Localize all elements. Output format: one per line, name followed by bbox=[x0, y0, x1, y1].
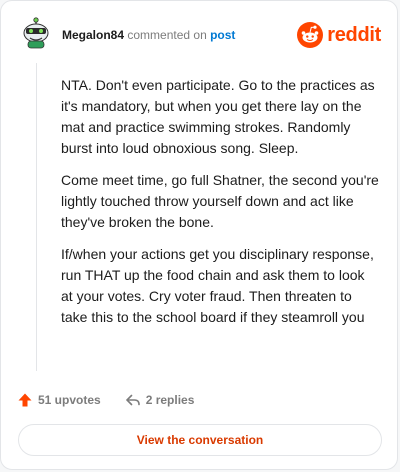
reddit-snoo-icon bbox=[297, 22, 324, 48]
comment-paragraph-2: Come meet time, go full Shatner, the sec… bbox=[61, 172, 379, 230]
comment-header: Megalon84 commented on post reddit bbox=[17, 17, 381, 53]
replies-button[interactable]: 2 replies bbox=[125, 392, 195, 408]
action-text: commented on bbox=[127, 28, 207, 42]
embedded-comment-card: Megalon84 commented on post reddit NTA. … bbox=[0, 0, 398, 470]
avatar-icon[interactable] bbox=[21, 17, 51, 49]
reply-arrow-icon bbox=[125, 394, 140, 406]
upvote-button[interactable]: 51 upvotes bbox=[17, 392, 101, 408]
comment-paragraph-3: If/when your actions get you disciplinar… bbox=[61, 246, 374, 325]
thread-line bbox=[36, 63, 37, 371]
username-link[interactable]: Megalon84 bbox=[62, 28, 124, 42]
comment-paragraph-1: NTA. Don't even participate. Go to the p… bbox=[61, 77, 375, 156]
reddit-logo[interactable]: reddit bbox=[297, 22, 381, 48]
reddit-wordmark: reddit bbox=[327, 23, 381, 46]
comment-body: NTA. Don't even participate. Go to the p… bbox=[61, 75, 379, 339]
reply-count: 2 replies bbox=[145, 393, 195, 407]
view-conversation-button[interactable]: View the conversation bbox=[18, 424, 382, 456]
comment-meta: Megalon84 commented on post bbox=[62, 27, 235, 43]
upvote-count: 51 upvotes bbox=[38, 393, 101, 407]
post-link[interactable]: post bbox=[210, 28, 235, 42]
upvote-arrow-icon bbox=[18, 393, 32, 407]
comment-footer: 51 upvotes 2 replies bbox=[17, 389, 381, 411]
